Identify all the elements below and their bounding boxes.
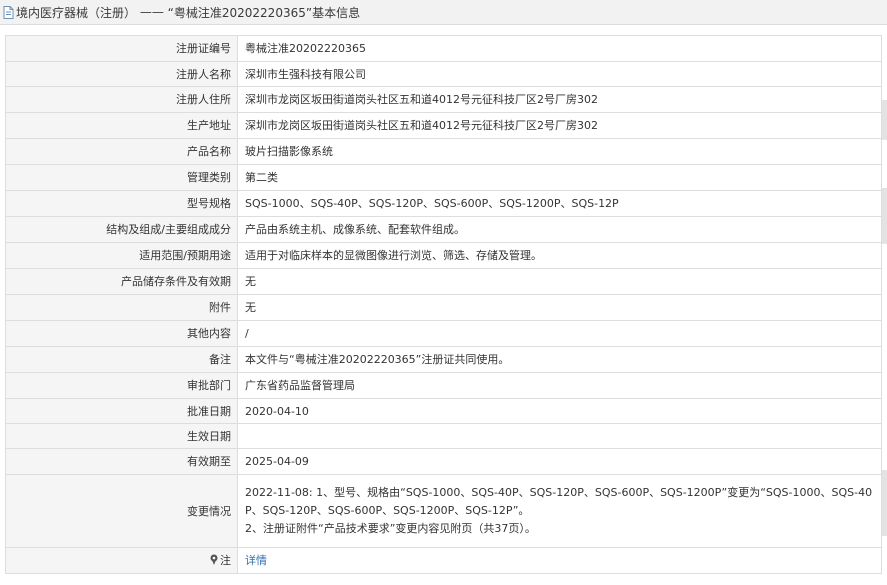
field-label: 型号规格 [5, 190, 238, 217]
field-value-text: 深圳市龙岗区坂田街道岗头社区五和道4012号元征科技厂区2号厂房302 [245, 119, 598, 132]
table-row: 其他内容 / [5, 320, 882, 347]
field-value-text: 粤械注准20202220365 [245, 42, 366, 55]
field-label: 产品名称 [5, 138, 238, 165]
table-row: 产品名称 玻片扫描影像系统 [5, 138, 882, 165]
field-value-text: 玻片扫描影像系统 [245, 145, 333, 158]
field-label: 有效期至 [5, 448, 238, 475]
table-row: 备注 本文件与“粤械注准20202220365”注册证共同使用。 [5, 346, 882, 373]
field-value: 深圳市龙岗区坂田街道岗头社区五和道4012号元征科技厂区2号厂房302 [237, 112, 882, 139]
header-title-prefix: 境内医疗器械（注册） [16, 5, 137, 20]
field-value: 本文件与“粤械注准20202220365”注册证共同使用。 [237, 346, 882, 373]
table-row: 批准日期 2020-04-10 [5, 398, 882, 424]
field-label: 变更情况 [5, 474, 238, 548]
field-value: SQS-1000、SQS-40P、SQS-120P、SQS-600P、SQS-1… [237, 190, 882, 217]
field-label: 结构及组成/主要组成成分 [5, 216, 238, 243]
table-row: 适用范围/预期用途 适用于对临床样本的显微图像进行浏览、筛选、存储及管理。 [5, 242, 882, 269]
field-label: 生产地址 [5, 112, 238, 139]
table-row-change: 变更情况 2022-11-08: 1、型号、规格由“SQS-1000、SQS-40… [5, 474, 882, 548]
field-value: 广东省药品监督管理局 [237, 372, 882, 399]
table-row: 结构及组成/主要组成成分 产品由系统主机、成像系统、配套软件组成。 [5, 216, 882, 243]
field-value: 无 [237, 268, 882, 295]
field-label: 批准日期 [5, 398, 238, 424]
field-label: 注册证编号 [5, 35, 238, 62]
field-value-text: 深圳市龙岗区坂田街道岗头社区五和道4012号元征科技厂区2号厂房302 [245, 93, 598, 106]
scrollbar-segment[interactable] [882, 188, 887, 244]
field-value: 产品由系统主机、成像系统、配套软件组成。 [237, 216, 882, 243]
field-value-text: 本文件与“粤械注准20202220365”注册证共同使用。 [245, 353, 510, 366]
field-label: 备注 [5, 346, 238, 373]
field-value: 2025-04-09 [237, 448, 882, 475]
field-label: 附件 [5, 294, 238, 321]
field-value [237, 423, 882, 449]
field-value-text: 2020-04-10 [245, 404, 309, 418]
field-value: / [237, 320, 882, 347]
table-row: 生产地址 深圳市龙岗区坂田街道岗头社区五和道4012号元征科技厂区2号厂房302 [5, 112, 882, 139]
field-value: 粤械注准20202220365 [237, 35, 882, 62]
table-row: 注册证编号 粤械注准20202220365 [5, 35, 882, 62]
table-row: 注册人住所 深圳市龙岗区坂田街道岗头社区五和道4012号元征科技厂区2号厂房302 [5, 86, 882, 113]
field-label: 适用范围/预期用途 [5, 242, 238, 269]
scrollbar-segment[interactable] [882, 470, 887, 536]
header-title-main: “粤械注准20202220365”基本信息 [167, 5, 361, 20]
table-row: 管理类别 第二类 [5, 164, 882, 191]
table-row: 生效日期 [5, 423, 882, 449]
table-row-note: 注 详情 [5, 547, 882, 574]
field-value: 深圳市生强科技有限公司 [237, 61, 882, 87]
field-label: 审批部门 [5, 372, 238, 399]
change-line-1: 2022-11-08: 1、型号、规格由“SQS-1000、SQS-40P、SQ… [245, 486, 873, 517]
document-icon [3, 5, 14, 19]
field-label: 其他内容 [5, 320, 238, 347]
field-value: 2022-11-08: 1、型号、规格由“SQS-1000、SQS-40P、SQ… [237, 474, 882, 548]
field-value-text: 第二类 [245, 171, 278, 184]
field-label: 注册人名称 [5, 61, 238, 87]
note-label: 注 [220, 554, 231, 567]
change-line-2: 2、注册证附件“产品技术要求”变更内容见附页（共37页）。 [245, 522, 536, 535]
field-label: 管理类别 [5, 164, 238, 191]
table-row: 附件无 [5, 294, 882, 321]
field-value-text: 适用于对临床样本的显微图像进行浏览、筛选、存储及管理。 [245, 249, 542, 262]
field-value: 2020-04-10 [237, 398, 882, 424]
details-link[interactable]: 详情 [245, 554, 267, 567]
field-value-text: 广东省药品监督管理局 [245, 379, 355, 392]
field-value-text: 产品由系统主机、成像系统、配套软件组成。 [245, 223, 465, 236]
note-label-cell: 注 [5, 547, 238, 574]
field-value-text: 2025-04-09 [245, 455, 309, 468]
field-value-text: 深圳市生强科技有限公司 [245, 67, 366, 81]
field-value: 玻片扫描影像系统 [237, 138, 882, 165]
page-header: 境内医疗器械（注册） —— “粤械注准20202220365”基本信息 [0, 0, 887, 25]
registration-detail-table: 注册证编号 粤械注准20202220365 注册人名称 深圳市生强科技有限公司 注册人住… [5, 35, 882, 574]
table-row: 型号规格 SQS-1000、SQS-40P、SQS-120P、SQS-600P、S… [5, 190, 882, 217]
field-label: 产品储存条件及有效期 [5, 268, 238, 295]
field-label: 注册人住所 [5, 86, 238, 113]
table-row: 有效期至 2025-04-09 [5, 448, 882, 475]
field-value-text: 无 [245, 275, 256, 288]
field-value-text: SQS-1000、SQS-40P、SQS-120P、SQS-600P、SQS-1… [245, 197, 619, 210]
field-value-text: / [245, 327, 249, 340]
field-label: 生效日期 [5, 423, 238, 449]
field-value: 详情 [237, 547, 882, 574]
field-value: 无 [237, 294, 882, 321]
scrollbar-segment[interactable] [882, 100, 887, 140]
table-row: 注册人名称 深圳市生强科技有限公司 [5, 61, 882, 87]
header-title-dash: —— [136, 5, 168, 19]
field-value-text: 无 [245, 301, 256, 314]
pin-icon [210, 554, 218, 565]
field-value: 第二类 [237, 164, 882, 191]
field-value: 适用于对临床样本的显微图像进行浏览、筛选、存储及管理。 [237, 242, 882, 269]
field-value: 深圳市龙岗区坂田街道岗头社区五和道4012号元征科技厂区2号厂房302 [237, 86, 882, 113]
table-row: 审批部门 广东省药品监督管理局 [5, 372, 882, 399]
table-row: 产品储存条件及有效期无 [5, 268, 882, 295]
